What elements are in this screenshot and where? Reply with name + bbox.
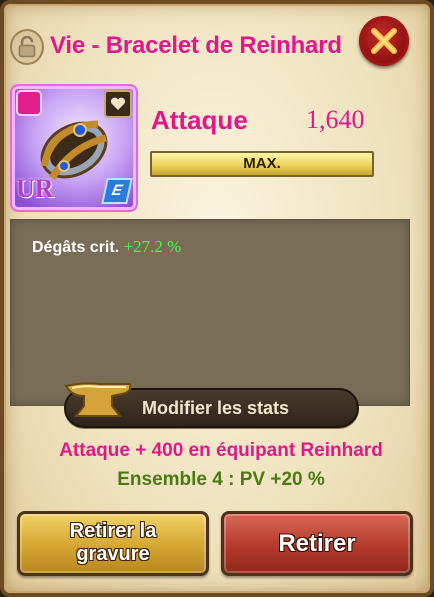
remove-engraving-label-line1: Retirer la (69, 520, 157, 542)
level-bar: MAX. (150, 151, 374, 177)
set-bonus-text: Ensemble 4 : PV +20 % (117, 469, 325, 490)
heart-icon (110, 97, 126, 110)
close-button[interactable] (359, 16, 409, 66)
crit-damage-value: +27.2 % (123, 237, 182, 256)
main-stat-label: Attaque (151, 105, 248, 135)
remove-engraving-button[interactable]: Retirer la gravure (17, 511, 209, 576)
close-icon (371, 28, 397, 54)
grade-badge: E (101, 178, 133, 204)
lock-icon (18, 36, 36, 58)
rarity-label: UR (16, 174, 54, 203)
crit-damage-stat: Dégâts crit. +27.2 % (32, 236, 181, 258)
element-badge (16, 90, 42, 116)
crit-damage-label: Dégâts crit. (32, 239, 120, 256)
main-stat-value: 1,640 (306, 105, 365, 134)
heart-badge (104, 90, 132, 118)
lock-toggle[interactable] (10, 29, 44, 65)
item-title: Vie - Bracelet de Reinhard (50, 32, 342, 59)
anvil-icon (64, 382, 132, 417)
remove-button[interactable]: Retirer (221, 511, 413, 576)
equipment-detail-panel: Vie - Bracelet de Reinhard UR E Attaque … (0, 0, 434, 597)
remove-engraving-label-line2: gravure (76, 543, 150, 565)
character-bonus-text: Attaque + 400 en équipant Reinhard (59, 440, 383, 461)
item-card[interactable]: UR E (10, 84, 138, 212)
